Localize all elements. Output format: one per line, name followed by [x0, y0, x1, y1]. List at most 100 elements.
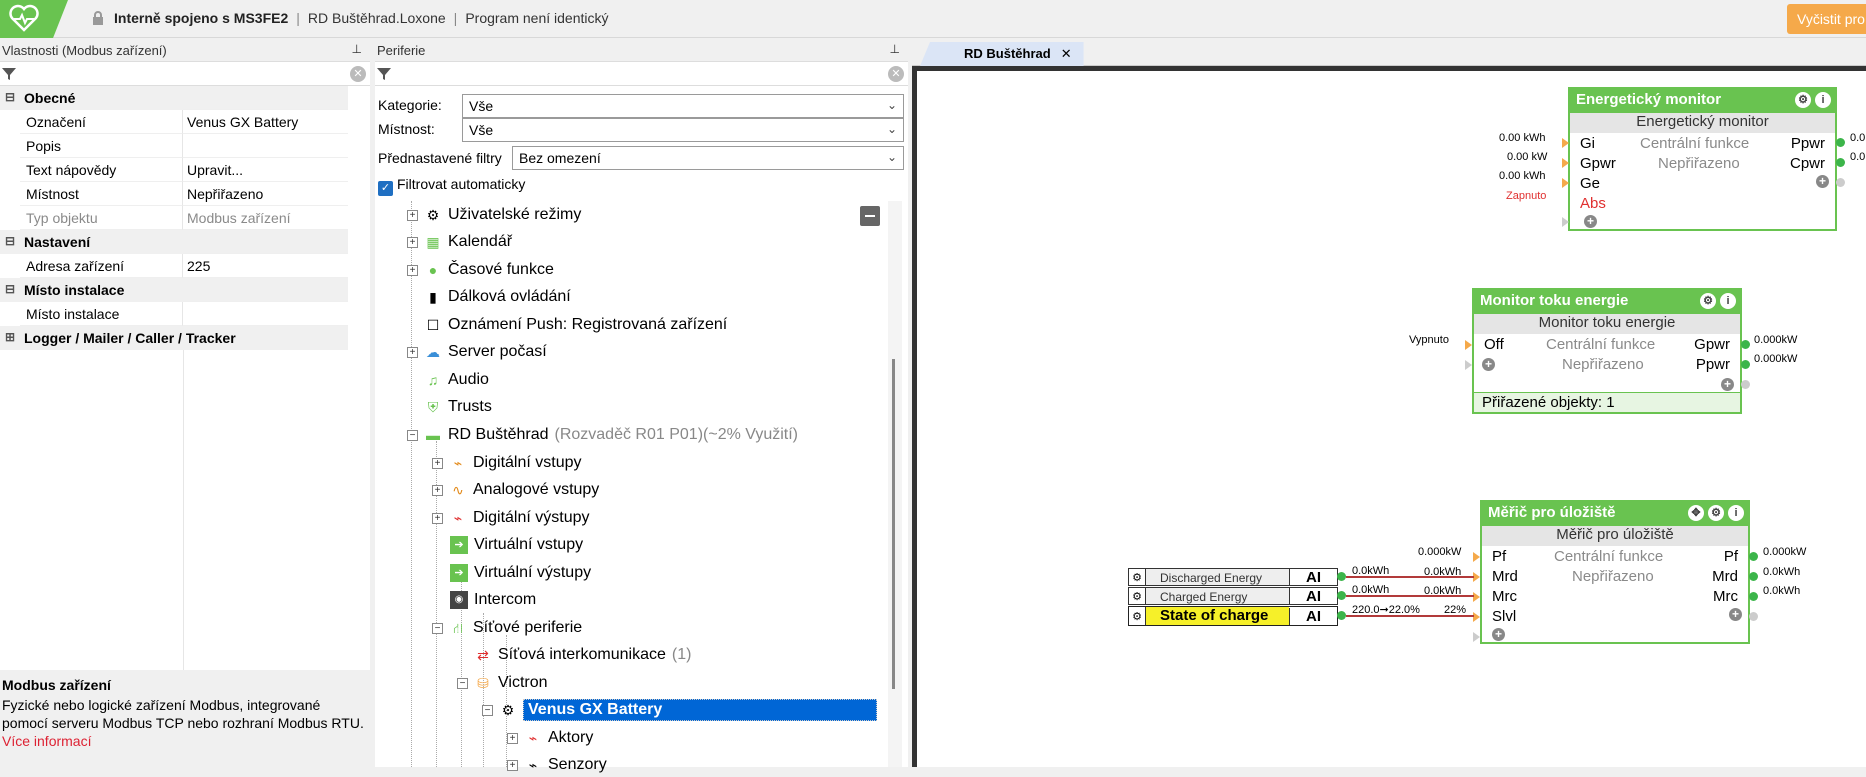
- prop-help-text[interactable]: Text nápovědy Upravit...: [0, 158, 348, 182]
- tree-network-intercom[interactable]: ⇄ Síťová interkomunikace (1): [474, 643, 691, 667]
- info-icon[interactable]: i: [1720, 293, 1736, 309]
- expand-icon[interactable]: ⊞: [0, 326, 20, 350]
- value-out-pf: 0.000kW: [1763, 546, 1807, 558]
- tree-rd-bustehrad[interactable]: − ▬ RD Buštěhrad (Rozvaděč R01 P01)(~2% Vyu…: [407, 423, 798, 447]
- properties-filter[interactable]: ✕: [0, 62, 370, 86]
- tree-weather[interactable]: + ☁ Server počasí: [407, 340, 547, 364]
- tree-actors[interactable]: + ⌁ Aktory: [507, 726, 593, 750]
- output-gpwr[interactable]: Gpwr: [1694, 336, 1730, 353]
- category-select[interactable]: Vše ⌄: [462, 94, 904, 118]
- output-pf[interactable]: Pf: [1724, 548, 1738, 565]
- output-cpwr[interactable]: Cpwr: [1790, 155, 1825, 172]
- chevron-down-icon: ⌄: [886, 98, 897, 112]
- tree-intercom[interactable]: ◉ Intercom: [450, 588, 536, 612]
- auto-filter-checkbox[interactable]: ✓ Filtrovat automaticky: [378, 176, 525, 196]
- input-off[interactable]: Off: [1484, 336, 1504, 353]
- tree-calendar[interactable]: + ▦ Kalendář: [407, 230, 512, 254]
- input-gi[interactable]: Gi: [1580, 135, 1595, 152]
- tree-virtual-inputs[interactable]: ➔ Virtuální vstupy: [450, 533, 583, 557]
- collapse-all-button[interactable]: [860, 206, 880, 226]
- add-output-icon[interactable]: +: [1729, 608, 1742, 621]
- add-output-icon[interactable]: +: [1816, 175, 1829, 188]
- settings-icon[interactable]: ⚙: [1700, 293, 1716, 309]
- pin-icon[interactable]: ⊥: [890, 42, 900, 56]
- pin-icon[interactable]: ⊥: [352, 42, 362, 56]
- tree-scrollbar[interactable]: [888, 201, 902, 767]
- room-select[interactable]: Vše ⌄: [462, 118, 904, 142]
- output-ppwr[interactable]: Ppwr: [1791, 135, 1825, 152]
- loxone-logo[interactable]: [0, 0, 68, 38]
- input-discharged-energy[interactable]: ⚙ Discharged Energy AI: [1128, 568, 1338, 586]
- tree-digital-outputs[interactable]: + ⌁ Digitální výstupy: [432, 506, 590, 530]
- info-icon[interactable]: i: [1815, 92, 1831, 108]
- input-mrd[interactable]: Mrd: [1492, 568, 1518, 585]
- periferie-filter[interactable]: ✕: [375, 62, 908, 86]
- collapse-icon[interactable]: ⊟: [0, 86, 20, 110]
- settings-icon[interactable]: ⚙: [1708, 505, 1724, 521]
- group-settings[interactable]: ⊟ Nastavení: [0, 230, 348, 254]
- group-general[interactable]: ⊟ Obecné: [0, 86, 348, 110]
- group-logger[interactable]: ⊞ Logger / Mailer / Caller / Tracker: [0, 326, 348, 350]
- weather-icon: ☁: [426, 344, 440, 360]
- input-ge[interactable]: Ge: [1580, 175, 1600, 192]
- add-input-icon[interactable]: +: [1492, 628, 1505, 641]
- clear-filter-icon[interactable]: ✕: [888, 66, 904, 82]
- collapse-icon[interactable]: ⊟: [0, 230, 20, 254]
- settings-icon[interactable]: ⚙: [1795, 92, 1811, 108]
- prop-description[interactable]: Popis: [0, 134, 348, 158]
- info-icon[interactable]: i: [1728, 505, 1744, 521]
- miniserver-icon: ▬: [426, 427, 440, 443]
- energy-monitor-block[interactable]: Energetický monitor ⚙ i Energetický monito…: [1568, 87, 1837, 231]
- more-info-link[interactable]: Více informací: [2, 733, 91, 749]
- output-ppwr[interactable]: Ppwr: [1696, 356, 1730, 373]
- unassigned: Nepřiřazeno: [1572, 568, 1654, 585]
- output-mrd[interactable]: Mrd: [1712, 568, 1738, 585]
- prop-label[interactable]: Označení Venus GX Battery: [0, 110, 348, 134]
- description-title: Modbus zařízení: [2, 677, 111, 693]
- input-gpwr[interactable]: Gpwr: [1580, 155, 1616, 172]
- group-install-place[interactable]: ⊟ Místo instalace: [0, 278, 348, 302]
- grid-divider: [183, 350, 184, 670]
- add-input-icon[interactable]: +: [1482, 358, 1495, 371]
- input-pf[interactable]: Pf: [1492, 548, 1506, 565]
- sync-button[interactable]: Vyčistit pro: [1787, 4, 1866, 34]
- energy-flow-block[interactable]: Monitor toku energie ⚙ i Monitor toku ener…: [1472, 288, 1742, 414]
- input-state-of-charge[interactable]: ⚙ State of charge AI: [1128, 606, 1338, 626]
- tree-remote[interactable]: ▮ Dálková ovládání: [424, 285, 571, 309]
- tree-venus-gx-battery[interactable]: − ⚙ Venus GX Battery: [482, 698, 877, 722]
- output-connector: [1741, 360, 1750, 369]
- tab-rd-bustehrad[interactable]: RD Buštěhrad ✕: [920, 42, 1084, 66]
- output-mrc[interactable]: Mrc: [1713, 588, 1738, 605]
- close-icon[interactable]: ✕: [1061, 46, 1072, 61]
- tree-time-functions[interactable]: + ● Časové funkce: [407, 258, 554, 282]
- shield-icon: ⛨: [427, 399, 439, 415]
- input-mrc[interactable]: Mrc: [1492, 588, 1517, 605]
- prop-install-place[interactable]: Místo instalace: [0, 302, 348, 326]
- clear-filter-icon[interactable]: ✕: [350, 66, 366, 82]
- tree-sensors[interactable]: + ⌁ Senzory: [507, 753, 607, 777]
- input-abs[interactable]: Abs: [1580, 195, 1606, 212]
- tree-push[interactable]: ☐ Oznámení Push: Registrovaná zařízení: [424, 313, 728, 337]
- add-output-icon[interactable]: +: [1721, 378, 1734, 391]
- add-input-icon[interactable]: +: [1584, 215, 1597, 228]
- tree-analog-inputs[interactable]: + ∿ Analogové vstupy: [432, 478, 599, 502]
- gear-icon: ⚙: [501, 702, 515, 718]
- tree-trusts[interactable]: ⛨ Trusts: [424, 395, 492, 419]
- tree-digital-inputs[interactable]: + ⌁ Digitální vstupy: [432, 451, 582, 475]
- input-slvl[interactable]: Slvl: [1492, 608, 1516, 625]
- output-connector: [1749, 612, 1758, 621]
- tree-audio[interactable]: ♫ Audio: [424, 368, 489, 392]
- tree-virtual-outputs[interactable]: ➔ Virtuální výstupy: [450, 561, 591, 585]
- input-charged-energy[interactable]: ⚙ Charged Energy AI: [1128, 587, 1338, 605]
- tree-victron[interactable]: − ⛁ Victron: [457, 671, 548, 695]
- calendar-icon: ▦: [426, 234, 440, 250]
- preset-select[interactable]: Bez omezení ⌄: [512, 146, 904, 170]
- storage-meter-block[interactable]: Měřič pro úložiště ✥ ⚙ i Měřič pro úložiště…: [1480, 500, 1750, 644]
- description-text: Fyzické nebo logické zařízení Modbus, in…: [2, 697, 364, 731]
- prop-room[interactable]: Místnost Nepřiřazeno: [0, 182, 348, 206]
- tree-user-modes[interactable]: + ⚙ Uživatelské režimy: [407, 203, 581, 227]
- move-icon[interactable]: ✥: [1688, 505, 1704, 521]
- prop-device-address[interactable]: Adresa zařízení 225: [0, 254, 348, 278]
- tree-network-peripherals[interactable]: − ⛙ Síťové periferie: [432, 616, 582, 640]
- collapse-icon[interactable]: ⊟: [0, 278, 20, 302]
